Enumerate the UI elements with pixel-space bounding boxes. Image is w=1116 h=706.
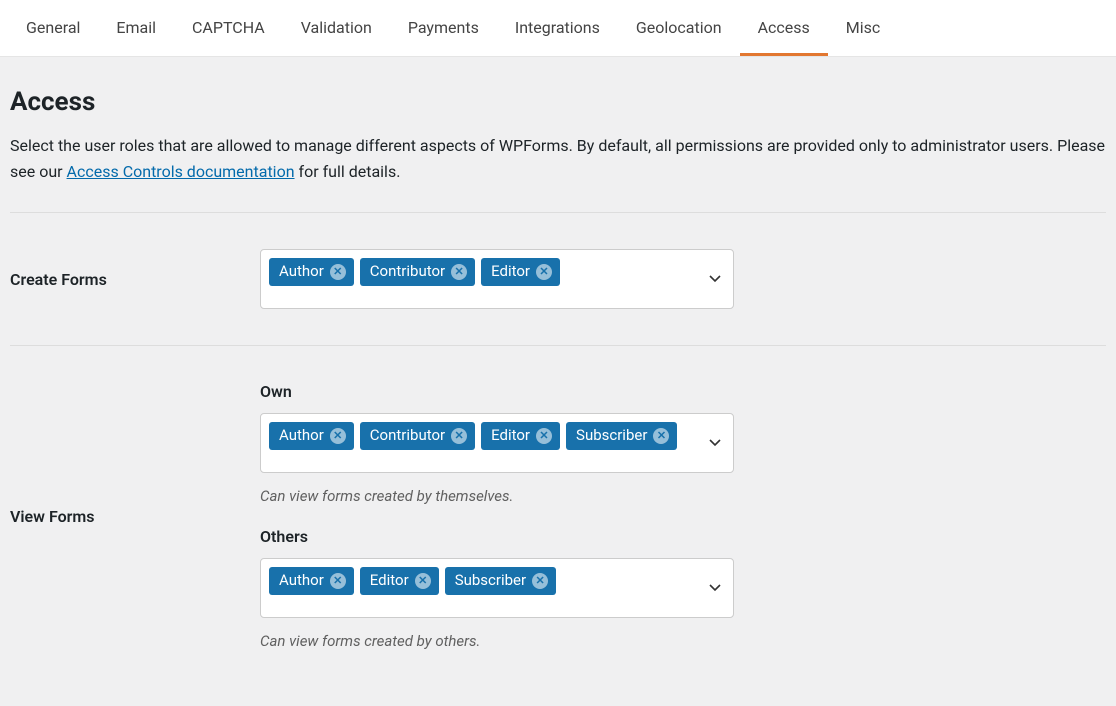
- role-tag-label: Editor: [370, 571, 409, 591]
- tab-geolocation[interactable]: Geolocation: [618, 0, 740, 56]
- role-tag-label: Author: [279, 426, 324, 446]
- multiselect-view-others[interactable]: Author ✕ Editor ✕ Subscriber ✕: [260, 558, 734, 618]
- setting-label-view-forms: View Forms: [10, 507, 260, 526]
- access-docs-link[interactable]: Access Controls documentation: [67, 162, 295, 181]
- sub-label-others: Others: [260, 527, 740, 546]
- tab-misc[interactable]: Misc: [828, 0, 899, 56]
- role-tag: Contributor ✕: [360, 422, 475, 450]
- role-tag-label: Subscriber: [455, 571, 526, 591]
- setting-field-create-forms: Author ✕ Contributor ✕ Editor ✕: [260, 249, 740, 309]
- setting-row-view-forms: View Forms Own Author ✕ Contributor ✕ Ed…: [10, 346, 1106, 686]
- remove-icon[interactable]: ✕: [653, 428, 669, 444]
- role-tag: Editor ✕: [481, 422, 560, 450]
- multiselect-create-forms[interactable]: Author ✕ Contributor ✕ Editor ✕: [260, 249, 734, 309]
- role-tag: Author ✕: [269, 567, 354, 595]
- remove-icon[interactable]: ✕: [536, 428, 552, 444]
- setting-row-create-forms: Create Forms Author ✕ Contributor ✕ Edit…: [10, 213, 1106, 346]
- role-tag-label: Subscriber: [576, 426, 647, 446]
- role-tag: Editor ✕: [481, 258, 560, 286]
- remove-icon[interactable]: ✕: [330, 428, 346, 444]
- sub-label-own: Own: [260, 382, 740, 401]
- role-tag-label: Editor: [491, 426, 530, 446]
- help-text-others: Can view forms created by others.: [260, 632, 740, 650]
- view-forms-others-block: Others Author ✕ Editor ✕ Subscriber ✕: [260, 527, 740, 650]
- multiselect-view-own[interactable]: Author ✕ Contributor ✕ Editor ✕ Subscrib…: [260, 413, 734, 473]
- access-content: Access Select the user roles that are al…: [0, 57, 1116, 706]
- remove-icon[interactable]: ✕: [451, 264, 467, 280]
- remove-icon[interactable]: ✕: [330, 264, 346, 280]
- help-text-own: Can view forms created by themselves.: [260, 487, 740, 505]
- remove-icon[interactable]: ✕: [330, 573, 346, 589]
- desc-text-after: for full details.: [295, 162, 401, 181]
- role-tag: Subscriber ✕: [445, 567, 556, 595]
- settings-tabs: General Email CAPTCHA Validation Payment…: [0, 0, 1116, 57]
- view-forms-own-block: Own Author ✕ Contributor ✕ Editor ✕: [260, 382, 740, 505]
- tab-general[interactable]: General: [8, 0, 98, 56]
- remove-icon[interactable]: ✕: [451, 428, 467, 444]
- role-tag: Author ✕: [269, 258, 354, 286]
- setting-field-view-forms: Own Author ✕ Contributor ✕ Editor ✕: [260, 382, 740, 650]
- remove-icon[interactable]: ✕: [532, 573, 548, 589]
- tab-access[interactable]: Access: [740, 0, 828, 56]
- role-tag-label: Author: [279, 262, 324, 282]
- role-tag-label: Editor: [491, 262, 530, 282]
- role-tag: Editor ✕: [360, 567, 439, 595]
- tab-captcha[interactable]: CAPTCHA: [174, 0, 283, 56]
- remove-icon[interactable]: ✕: [415, 573, 431, 589]
- role-tag: Subscriber ✕: [566, 422, 677, 450]
- page-title: Access: [10, 87, 1106, 117]
- chevron-down-icon: [709, 273, 721, 285]
- role-tag-label: Contributor: [370, 262, 445, 282]
- tab-integrations[interactable]: Integrations: [497, 0, 618, 56]
- tab-validation[interactable]: Validation: [283, 0, 390, 56]
- tab-email[interactable]: Email: [98, 0, 174, 56]
- role-tag-label: Contributor: [370, 426, 445, 446]
- remove-icon[interactable]: ✕: [536, 264, 552, 280]
- chevron-down-icon: [709, 582, 721, 594]
- role-tag: Contributor ✕: [360, 258, 475, 286]
- chevron-down-icon: [709, 437, 721, 449]
- role-tag: Author ✕: [269, 422, 354, 450]
- role-tag-label: Author: [279, 571, 324, 591]
- setting-label-create-forms: Create Forms: [10, 270, 260, 289]
- page-description: Select the user roles that are allowed t…: [10, 133, 1106, 184]
- tab-payments[interactable]: Payments: [390, 0, 497, 56]
